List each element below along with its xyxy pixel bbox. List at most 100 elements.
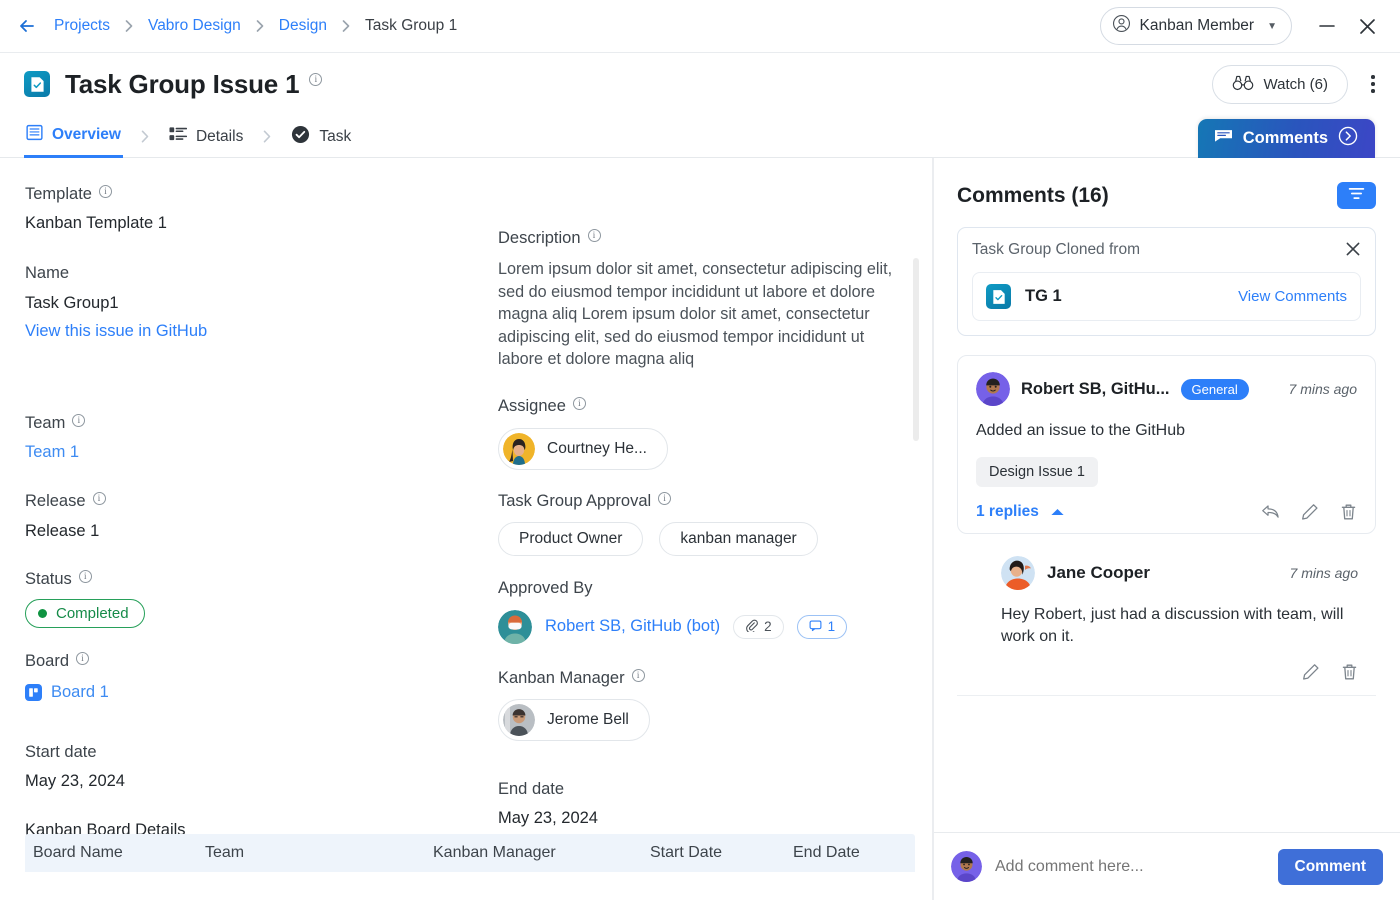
overview-left-column: Template Kanban Template 1 Name Task Gro… [25,184,475,840]
status-badge: Completed [25,599,145,628]
chevron-right-icon [263,130,271,143]
field-description-label: Description [498,228,581,249]
back-arrow-icon[interactable] [14,13,40,39]
field-release-label: Release [25,491,86,512]
assignee-chip[interactable]: Courtney He... [498,428,668,470]
top-bar: Projects Vabro Design Design Task Group … [0,0,1400,53]
cloned-from-title: Task Group Cloned from [972,241,1140,259]
avatar [503,433,535,465]
assignee-name: Courtney He... [547,440,647,458]
app-window: Projects Vabro Design Design Task Group … [0,0,1400,900]
field-release-value: Release 1 [25,522,475,541]
field-kanban-manager-label: Kanban Manager [498,668,625,689]
approval-chip-product-owner[interactable]: Product Owner [498,522,643,556]
info-icon[interactable] [79,570,92,583]
field-start-date-value: May 23, 2024 [25,772,475,791]
tab-details[interactable]: Details [167,115,245,158]
cloned-from-item[interactable]: TG 1 View Comments [972,272,1361,321]
field-task-group-approval: Task Group Approval Product Owner kanban… [498,491,908,556]
panel-divider [933,158,934,900]
user-menu-button[interactable]: Kanban Member ▼ [1100,7,1293,45]
info-icon[interactable] [99,185,112,198]
info-icon[interactable] [632,669,645,682]
info-icon[interactable] [93,492,106,505]
watch-button-label: Watch (6) [1264,76,1328,93]
field-approved-by-label: Approved By [498,578,592,599]
kanban-manager-chip[interactable]: Jerome Bell [498,699,650,741]
info-icon[interactable] [309,73,322,86]
comment-composer: Comment [933,832,1400,900]
comment-count-badge[interactable]: 1 [797,615,848,639]
info-icon[interactable] [72,414,85,427]
field-team-value[interactable]: Team 1 [25,443,475,462]
watch-button[interactable]: Watch (6) [1212,65,1348,104]
breadcrumb-item-design[interactable]: Design [275,17,331,35]
task-group-document-check-icon [986,284,1011,309]
info-icon[interactable] [76,652,89,665]
tab-details-label: Details [196,128,243,146]
field-start-date: Start date May 23, 2024 [25,742,475,791]
tab-bar: Overview Details Task [0,115,1400,158]
view-comments-link[interactable]: View Comments [1238,288,1347,305]
avatar [1001,556,1035,590]
cloned-from-item-name: TG 1 [1025,287,1062,306]
info-icon[interactable] [573,397,586,410]
info-icon[interactable] [658,492,671,505]
avatar [498,610,532,644]
comment-reply-timestamp: 7 mins ago [1290,565,1358,581]
filter-button[interactable] [1337,182,1376,209]
delete-icon[interactable] [1340,503,1357,521]
tab-task[interactable]: Task [289,115,353,158]
comment-linked-issue-tag[interactable]: Design Issue 1 [976,457,1098,487]
comment-submit-button[interactable]: Comment [1278,849,1383,885]
field-release: Release Release 1 [25,491,475,540]
minimize-button[interactable] [1310,9,1344,43]
field-task-group-approval-label: Task Group Approval [498,491,651,512]
avatar [976,372,1010,406]
comment-reply-body: Hey Robert, just had a discussion with t… [1001,604,1358,649]
top-bar-right: Kanban Member ▼ [1100,7,1385,45]
field-end-date-label: End date [498,779,564,800]
approved-by-name[interactable]: Robert SB, GitHub (bot) [545,617,720,636]
breadcrumb-item-projects[interactable]: Projects [50,17,114,35]
comments-panel-toggle[interactable]: Comments [1198,119,1375,158]
replies-toggle[interactable]: 1 replies [976,503,1039,521]
breadcrumb-item-vabro-design[interactable]: Vabro Design [144,17,245,35]
comment-category-badge: General [1181,379,1249,400]
field-template: Template Kanban Template 1 [25,184,475,233]
table-header-row: Board Name Team Kanban Manager Start Dat… [25,834,915,872]
field-assignee: Assignee Courtney He... [498,396,908,469]
kanban-board-details-table: Board Name Team Kanban Manager Start Dat… [25,834,915,872]
board-link[interactable]: Board 1 [25,683,475,702]
comments-panel-toggle-label: Comments [1243,129,1328,148]
edit-icon[interactable] [1301,503,1319,521]
field-team: Team Team 1 [25,413,475,462]
info-icon[interactable] [588,229,601,242]
edit-icon[interactable] [1302,663,1320,681]
avatar [951,851,982,882]
tab-overview[interactable]: Overview [24,115,123,158]
reply-icon[interactable] [1261,503,1280,520]
content-scrollbar[interactable] [913,258,919,441]
field-name: Name Task Group1 View this issue in GitH… [25,263,475,340]
kebab-menu-icon[interactable] [1362,69,1384,99]
close-icon[interactable] [1345,241,1361,257]
chevron-right-icon [125,20,133,32]
comments-panel: Comments (16) Task Group Cloned from [933,158,1400,900]
binoculars-icon [1232,74,1254,95]
attachment-count-badge[interactable]: 2 [733,615,784,639]
close-button[interactable] [1350,9,1384,43]
field-start-date-label: Start date [25,742,97,763]
comment-input[interactable] [995,858,1265,876]
caret-up-icon[interactable] [1050,507,1065,517]
comment-timestamp: 7 mins ago [1289,381,1357,397]
approval-chip-kanban-manager[interactable]: kanban manager [659,522,817,556]
delete-icon[interactable] [1341,663,1358,681]
field-template-value: Kanban Template 1 [25,214,475,233]
chevron-right-icon [256,20,264,32]
filter-icon [1348,187,1365,205]
overview-right-column: Description Lorem ipsum dolor sit amet, … [498,184,908,828]
overview-content: Template Kanban Template 1 Name Task Gro… [0,158,933,900]
field-status: Status Completed [25,569,475,628]
view-issue-in-github-link[interactable]: View this issue in GitHub [25,322,475,341]
